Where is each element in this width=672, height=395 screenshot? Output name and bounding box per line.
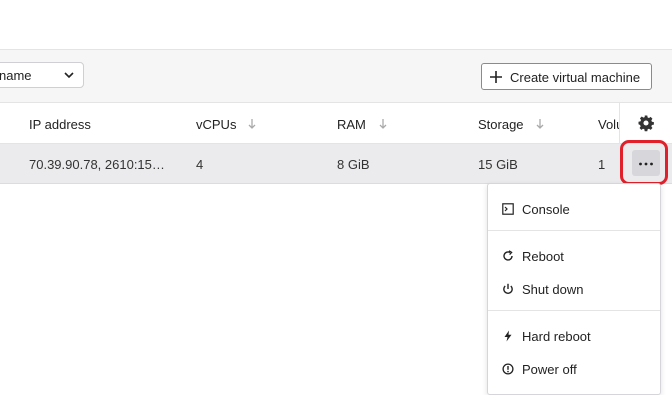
sort-arrow-icon[interactable]	[378, 118, 388, 130]
terminal-icon	[502, 203, 514, 215]
header-ram[interactable]: RAM	[337, 117, 366, 132]
power-icon	[503, 283, 513, 295]
menu-item-reboot[interactable]: Reboot	[488, 241, 660, 271]
header-volumes[interactable]: Volu	[598, 117, 619, 132]
sort-select[interactable]: name	[0, 62, 84, 88]
header-vcpus[interactable]: vCPUs	[196, 117, 236, 132]
menu-divider	[488, 230, 660, 231]
cell-ram: 8 GiB	[337, 157, 370, 172]
cell-vcpus: 4	[196, 157, 204, 172]
reboot-icon	[503, 250, 513, 261]
menu-item-console[interactable]: Console	[488, 194, 660, 224]
cell-volumes: 1	[598, 157, 606, 172]
menu-item-shut-down[interactable]: Shut down	[488, 274, 660, 304]
gear-icon[interactable]	[637, 114, 655, 132]
menu-item-label: Reboot	[522, 249, 564, 264]
create-virtual-machine-button[interactable]: Create virtual machine	[481, 63, 652, 90]
top-bar	[0, 0, 672, 50]
create-button-label: Create virtual machine	[510, 70, 641, 85]
cell-storage: 15 GiB	[478, 157, 518, 172]
sort-arrow-icon[interactable]	[535, 118, 545, 130]
table-header: IP address vCPUs RAM Storage Volu	[0, 103, 672, 144]
menu-item-label: Power off	[522, 362, 577, 377]
power-off-icon	[502, 363, 514, 375]
sort-arrow-icon[interactable]	[247, 118, 257, 130]
chevron-down-icon	[64, 72, 74, 79]
menu-item-label: Shut down	[522, 282, 584, 297]
header-storage[interactable]: Storage	[478, 117, 524, 132]
menu-item-hard-reboot[interactable]: Hard reboot	[488, 321, 660, 351]
bolt-icon	[504, 330, 512, 342]
column-divider	[619, 103, 620, 143]
menu-divider	[488, 310, 660, 311]
cell-ip-address: 70.39.90.78, 2610:15…	[29, 157, 165, 172]
plus-icon	[490, 71, 502, 83]
sort-select-value: name	[0, 68, 32, 83]
menu-item-power-off[interactable]: Power off	[488, 354, 660, 384]
header-ip-address[interactable]: IP address	[29, 117, 91, 132]
menu-item-label: Hard reboot	[522, 329, 591, 344]
menu-item-label: Console	[522, 202, 570, 217]
highlight-annotation	[620, 140, 668, 185]
table-row[interactable]: 70.39.90.78, 2610:15… 4 8 GiB 15 GiB 1	[0, 144, 672, 184]
row-actions-menu: Console Reboot Shut down Hard reboot Pow…	[487, 183, 661, 395]
